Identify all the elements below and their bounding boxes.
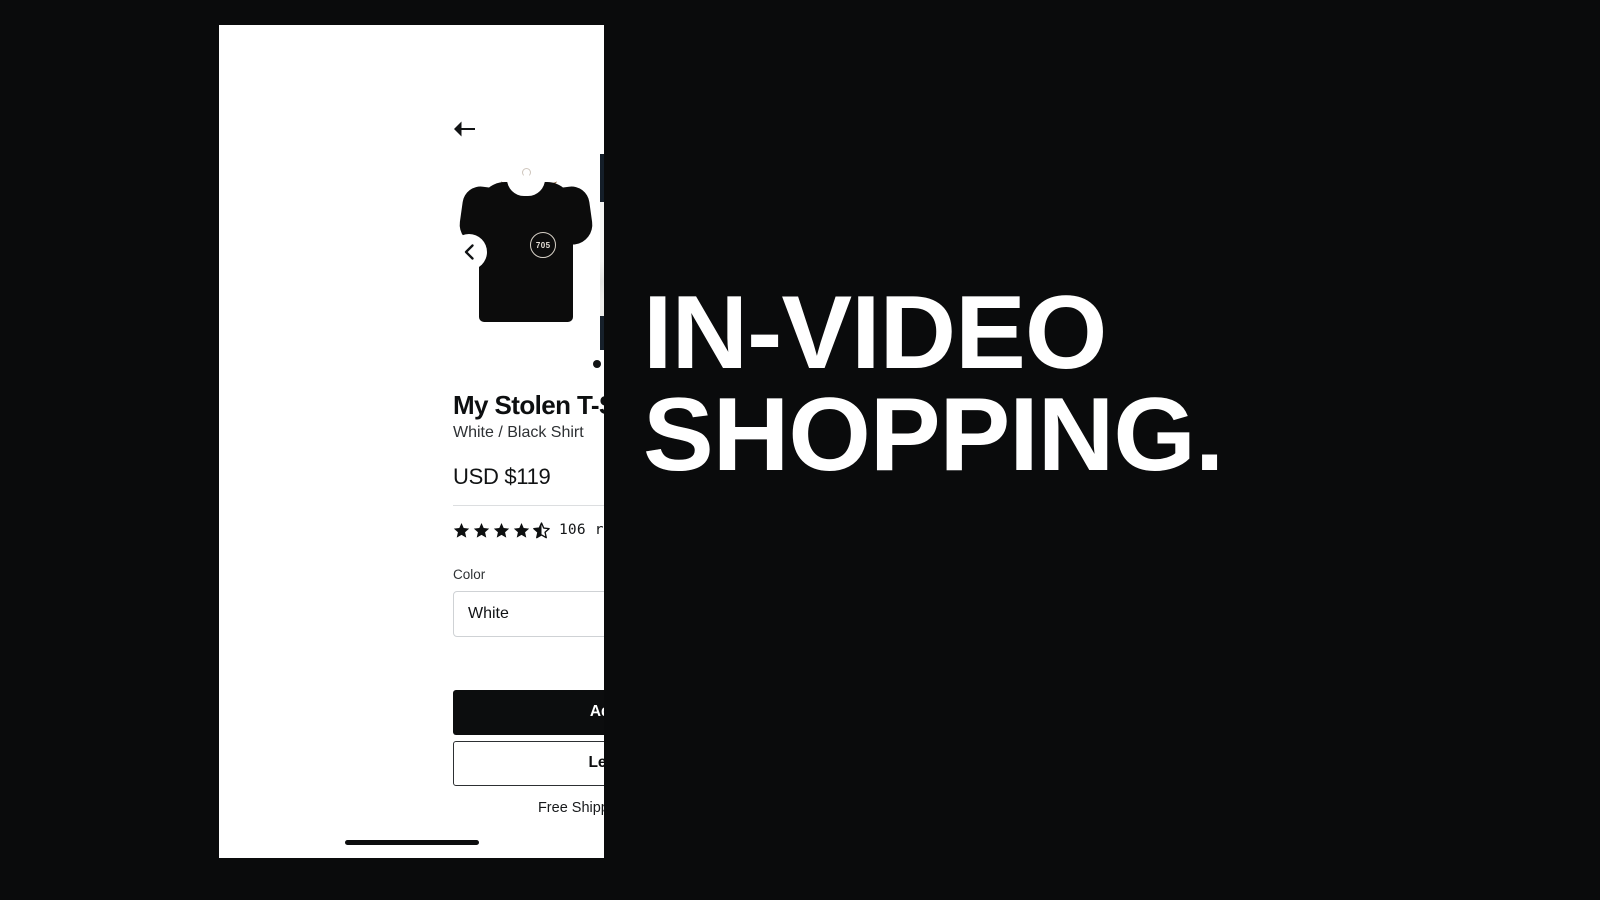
fabric-fold (600, 237, 604, 303)
color-select-value: White (468, 604, 509, 622)
black-tshirt-graphic: 705 (478, 179, 573, 322)
back-button[interactable] (451, 117, 477, 141)
chevron-left-icon (463, 244, 476, 260)
arrow-left-icon (452, 120, 476, 138)
star-filled-icon (493, 522, 510, 538)
carousel-prev-button[interactable] (451, 234, 487, 270)
collar-graphic (506, 179, 545, 196)
product-info: My Stolen T-Shirt White / Black Shirt US… (453, 390, 604, 816)
price-row: USD $119 In stock (453, 464, 604, 490)
product-subtitle: White / Black Shirt (453, 424, 584, 442)
reviews-count: 106 reviews (559, 522, 604, 539)
product-card-panel: 705 (HOTEL) TENN (219, 25, 604, 858)
product-title: My Stolen T-Shirt (453, 390, 604, 420)
divider (453, 504, 604, 506)
star-half-icon (533, 522, 550, 539)
home-indicator[interactable] (344, 840, 479, 845)
badge-logo: 705 (530, 232, 557, 258)
star-rating (453, 522, 550, 539)
headline: IN-VIDEO SHOPPING. (643, 275, 1224, 493)
color-select[interactable]: White (453, 590, 604, 637)
rating-row[interactable]: 106 reviews (453, 522, 604, 539)
product-price: USD $119 (453, 463, 551, 489)
backdrop-shadow (600, 154, 604, 202)
page-root: 705 (HOTEL) TENN (0, 0, 1600, 900)
add-to-cart-button[interactable]: Add to cart (453, 689, 604, 735)
star-filled-icon (513, 522, 530, 538)
learn-more-button[interactable]: Learn more (453, 740, 604, 786)
color-label: Color (453, 566, 486, 582)
shipping-note: Free Shipping Over $100 🚚 (537, 799, 604, 816)
carousel-slide[interactable]: (HOTEL) (600, 154, 604, 350)
star-filled-icon (473, 522, 490, 538)
carousel-dots (453, 360, 604, 368)
carousel-dot-1[interactable] (593, 360, 601, 368)
backdrop-shadow (600, 316, 604, 350)
star-filled-icon (453, 522, 470, 538)
